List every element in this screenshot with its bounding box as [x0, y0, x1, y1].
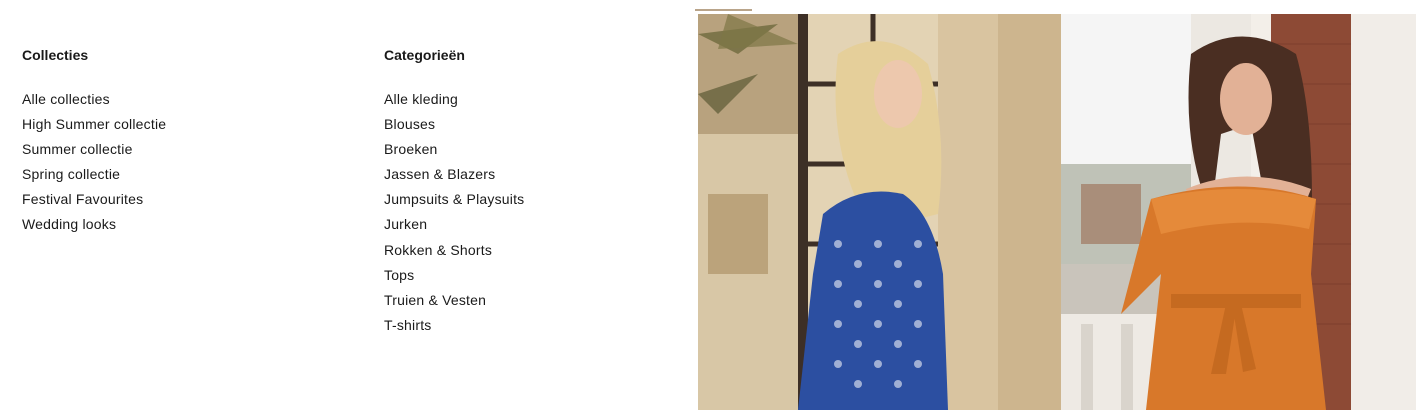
categories-list: Alle kleding Blouses Broeken Jassen & Bl… — [384, 90, 524, 341]
blue-dress-photo — [698, 14, 1061, 410]
category-link-tops[interactable]: Tops — [384, 266, 524, 291]
category-link-skirts-shorts[interactable]: Rokken & Shorts — [384, 241, 524, 266]
active-tab-indicator — [695, 9, 752, 11]
collections-heading: Collecties — [22, 47, 89, 63]
mega-menu-dropdown: Collecties Alle collecties High Summer c… — [0, 0, 1416, 410]
promo-image-orange-dress[interactable] — [1061, 14, 1416, 410]
promo-image-blue-dress[interactable] — [698, 14, 1061, 410]
category-link-t-shirts[interactable]: T-shirts — [384, 316, 524, 341]
collection-link-wedding[interactable]: Wedding looks — [22, 215, 166, 240]
category-link-jumpsuits-playsuits[interactable]: Jumpsuits & Playsuits — [384, 190, 524, 215]
collection-link-festival[interactable]: Festival Favourites — [22, 190, 166, 215]
collection-link-high-summer[interactable]: High Summer collectie — [22, 115, 166, 140]
categories-heading: Categorieën — [384, 47, 465, 63]
collection-link-spring[interactable]: Spring collectie — [22, 165, 166, 190]
category-link-blouses[interactable]: Blouses — [384, 115, 524, 140]
collection-link-all[interactable]: Alle collecties — [22, 90, 166, 115]
category-link-trousers[interactable]: Broeken — [384, 140, 524, 165]
category-link-dresses[interactable]: Jurken — [384, 215, 524, 240]
category-link-sweaters-cardigans[interactable]: Truien & Vesten — [384, 291, 524, 316]
category-link-all-clothing[interactable]: Alle kleding — [384, 90, 524, 115]
collection-link-summer[interactable]: Summer collectie — [22, 140, 166, 165]
orange-dress-photo — [1061, 14, 1416, 410]
collections-list: Alle collecties High Summer collectie Su… — [22, 90, 166, 241]
category-link-jackets-blazers[interactable]: Jassen & Blazers — [384, 165, 524, 190]
